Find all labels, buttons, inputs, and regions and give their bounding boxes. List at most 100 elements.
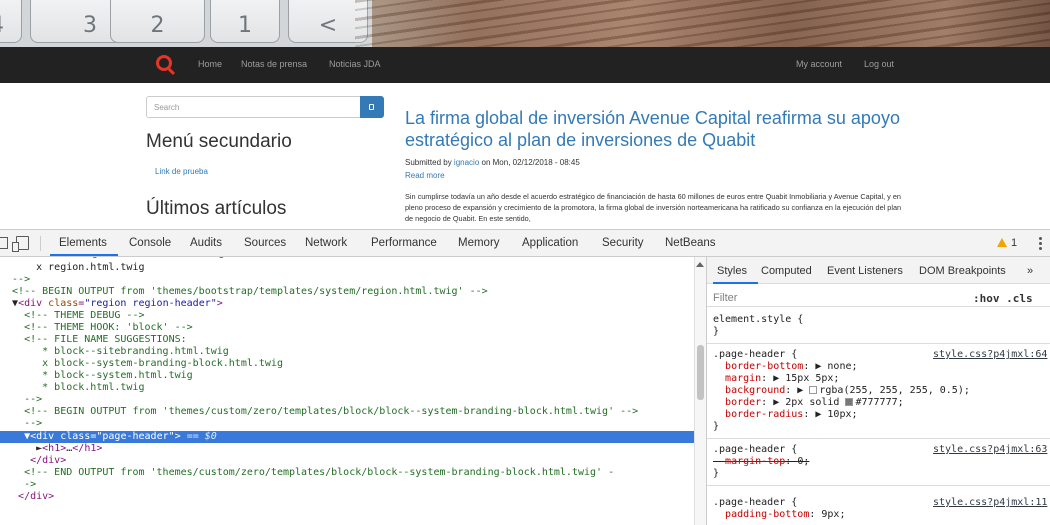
divider	[707, 485, 1050, 486]
hov-toggle[interactable]: :hov	[973, 292, 1000, 305]
css-prop-border-radius[interactable]: border-radius: ▶ 10px;	[713, 409, 857, 421]
divider	[707, 438, 1050, 439]
dom-line-selected[interactable]: ▼<div class="page-header"> == $0	[0, 431, 694, 443]
css-prop-margin-top[interactable]: margin-top: 0;	[713, 456, 809, 468]
divider	[707, 343, 1050, 344]
dom-line[interactable]: </div>	[0, 491, 54, 503]
site-navbar: Home Notas de prensa Noticias JDA My acc…	[0, 47, 1050, 83]
nav-link-logout[interactable]: Log out	[864, 59, 894, 69]
latest-articles-heading: Últimos artículos	[146, 198, 287, 219]
device-toolbar-icon[interactable]	[12, 236, 29, 252]
dom-line[interactable]: -->	[0, 274, 30, 286]
css-prop-border-bottom[interactable]: border-bottom: ▶ none;	[713, 361, 857, 373]
styles-pane: Styles Computed Event Listeners DOM Brea…	[706, 257, 1050, 525]
more-options-icon[interactable]	[1035, 236, 1045, 250]
tab-security[interactable]: Security	[602, 237, 644, 249]
more-tabs-icon[interactable]: »	[1027, 265, 1033, 277]
devtools-tabbar: Elements Console Audits Sources Network …	[0, 230, 1050, 257]
nav-link-noticias[interactable]: Noticias JDA	[329, 59, 381, 69]
search-input[interactable]	[146, 96, 361, 118]
dom-line[interactable]: * block.html.twig	[0, 382, 144, 394]
scroll-up-arrow-icon[interactable]	[696, 262, 704, 267]
tab-computed[interactable]: Computed	[761, 265, 812, 277]
css-prop-border[interactable]: border: ▶ 2px solid #777777;	[713, 397, 904, 409]
calculator-key: 2	[110, 0, 205, 43]
dom-line[interactable]: <!-- THEME HOOK: 'block' -->	[0, 322, 193, 334]
dom-line[interactable]: <!-- BEGIN OUTPUT from 'themes/bootstrap…	[0, 286, 488, 298]
close-brace: }	[713, 468, 720, 479]
styles-filter-input[interactable]: Filter	[713, 292, 737, 304]
styles-tabbar: Styles Computed Event Listeners DOM Brea…	[707, 257, 1050, 284]
css-prop-padding-bottom[interactable]: padding-bottom: 9px;	[713, 509, 845, 521]
rule-source-link[interactable]: style.css?p4jmxl:64	[933, 349, 1047, 360]
css-prop-margin[interactable]: margin: ▶ 15px 5px;	[713, 373, 839, 385]
rule-selector[interactable]: .page-header {	[713, 444, 797, 456]
tab-application[interactable]: Application	[522, 237, 578, 249]
article-meta: Submitted by ignacio on Mon, 02/12/2018 …	[405, 158, 580, 167]
dom-line[interactable]: -->	[0, 418, 42, 430]
screen: 4 3 2 1 < Home Notas de prensa Noticias …	[0, 0, 1050, 525]
dom-line[interactable]: <!-- BEGIN OUTPUT from 'themes/custom/ze…	[0, 406, 638, 418]
warning-icon[interactable]	[997, 238, 1007, 247]
dom-line[interactable]: </div>	[0, 455, 66, 467]
hero-banner: 4 3 2 1 <	[0, 0, 1050, 47]
dom-line[interactable]: x block--system-branding-block.html.twig	[0, 358, 283, 370]
tab-audits[interactable]: Audits	[190, 237, 222, 249]
nav-link-home[interactable]: Home	[198, 59, 222, 69]
tab-network[interactable]: Network	[305, 237, 347, 249]
hov-cls-toggles: :hov .cls	[973, 292, 1033, 305]
dom-line[interactable]: ►<h1>…</h1>	[0, 443, 102, 455]
dom-line[interactable]: <!-- END OUTPUT from 'themes/custom/zero…	[0, 467, 614, 479]
dom-line[interactable]: <!-- THEME DEBUG -->	[0, 310, 144, 322]
dom-line[interactable]: region--header.html.twig	[80, 257, 225, 260]
nav-link-notas[interactable]: Notas de prensa	[241, 59, 307, 69]
active-tab-indicator	[713, 282, 758, 284]
search-button[interactable]	[360, 96, 384, 118]
tab-console[interactable]: Console	[129, 237, 171, 249]
dom-line[interactable]: <!-- FILE NAME SUGGESTIONS:	[0, 334, 187, 346]
rule-source-link[interactable]: style.css?p4jmxl:11	[933, 497, 1047, 508]
tab-dom-breakpoints[interactable]: DOM Breakpoints	[919, 265, 1006, 277]
divider	[40, 236, 41, 251]
article-title[interactable]: La firma global de inversión Avenue Capi…	[405, 107, 925, 151]
close-brace: }	[713, 326, 720, 337]
tab-memory[interactable]: Memory	[458, 237, 500, 249]
rule-selector[interactable]: .page-header {	[713, 349, 797, 361]
color-swatch[interactable]	[809, 386, 818, 394]
element-style-selector[interactable]: element.style {	[713, 314, 803, 326]
css-prop-background[interactable]: background: ▶ rgba(255, 255, 255, 0.5);	[713, 385, 970, 397]
elements-tree: region--header.html.twig x region.html.t…	[0, 257, 694, 525]
tab-sources[interactable]: Sources	[244, 237, 286, 249]
tab-event-listeners[interactable]: Event Listeners	[827, 265, 903, 277]
calculator-image: 4 3 2 1 <	[0, 0, 372, 47]
inspect-element-icon[interactable]	[0, 237, 8, 249]
wood-texture	[355, 0, 1050, 47]
author-link[interactable]: ignacio	[454, 158, 479, 167]
submitted-prefix: Submitted by	[405, 158, 454, 167]
tab-styles[interactable]: Styles	[717, 265, 747, 277]
warning-count[interactable]: 1	[1011, 237, 1017, 249]
elements-scrollbar-thumb[interactable]	[697, 345, 704, 400]
dom-line[interactable]: ->	[0, 479, 36, 491]
site-logo-icon[interactable]	[156, 55, 172, 71]
search-icon	[369, 104, 374, 110]
cls-toggle[interactable]: .cls	[1006, 292, 1033, 305]
rule-selector[interactable]: .page-header {	[713, 497, 797, 509]
rule-source-link[interactable]: style.css?p4jmxl:63	[933, 444, 1047, 455]
secondary-menu-heading: Menú secundario	[146, 131, 292, 152]
tab-performance[interactable]: Performance	[371, 237, 437, 249]
dom-line[interactable]: * block--system.html.twig	[0, 370, 193, 382]
dom-line[interactable]: -->	[0, 394, 42, 406]
nav-link-my-account[interactable]: My account	[796, 59, 842, 69]
dom-line[interactable]: * block--sitebranding.html.twig	[0, 346, 229, 358]
dom-line[interactable]: x region.html.twig	[0, 262, 144, 274]
calculator-key: 4	[0, 0, 22, 43]
color-swatch[interactable]	[845, 398, 854, 406]
tab-netbeans[interactable]: NetBeans	[665, 237, 716, 249]
submitted-date: on Mon, 02/12/2018 - 08:45	[479, 158, 580, 167]
dom-line-region-header[interactable]: ▼<div class="region region-header">	[0, 298, 223, 310]
menu-link-prueba[interactable]: Link de prueba	[155, 167, 208, 176]
devtools-panel: Elements Console Audits Sources Network …	[0, 229, 1050, 525]
tab-elements[interactable]: Elements	[59, 237, 107, 249]
read-more-link[interactable]: Read more	[405, 171, 445, 180]
